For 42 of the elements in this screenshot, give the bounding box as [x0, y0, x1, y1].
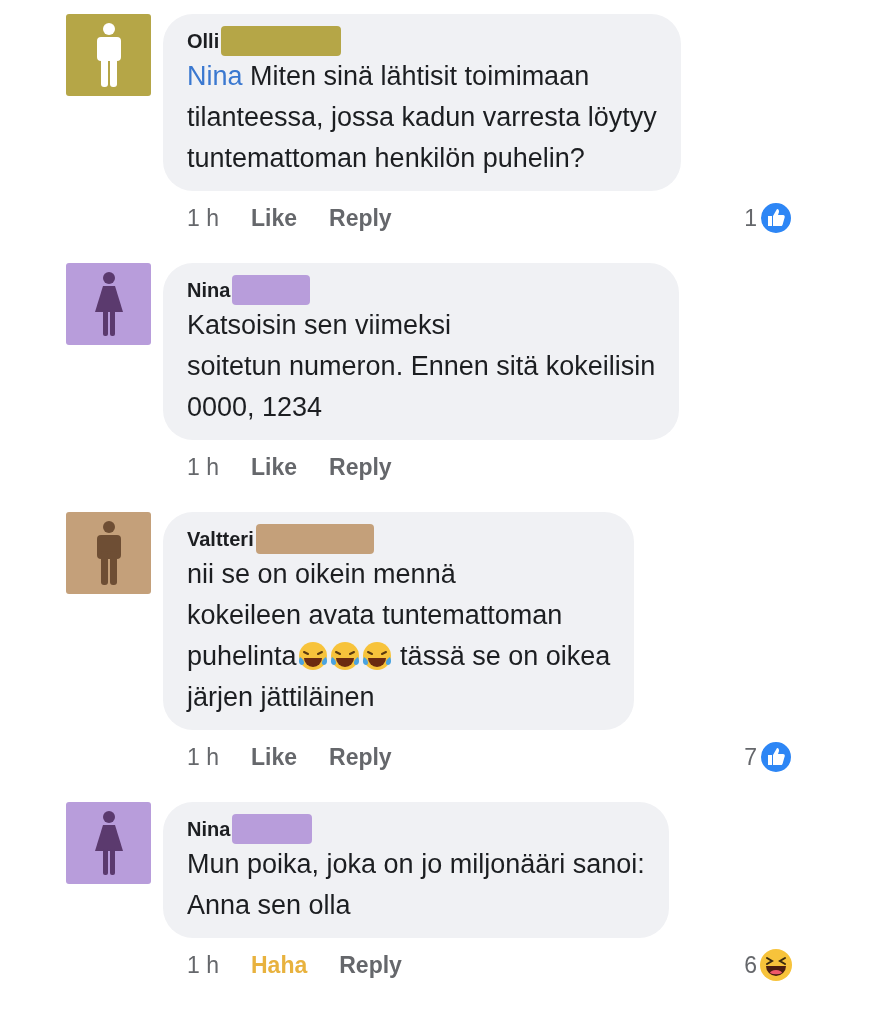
comment-text: kokeileen avata tuntemattoman [187, 599, 564, 632]
timestamp: 1 h [187, 204, 219, 232]
comment-text: puhelinta [187, 640, 297, 673]
avatar[interactable] [66, 263, 151, 345]
comment-text: Mun poika, joka on jo miljonääri sanoi: [187, 848, 645, 881]
haha-reaction-icon [759, 948, 793, 982]
reply-button[interactable]: Reply [339, 951, 402, 979]
avatar[interactable] [66, 512, 151, 594]
reaction-button[interactable]: Like [251, 743, 297, 771]
laughing-tears-emoji-icon [328, 640, 361, 673]
comment-text: tilanteessa, jossa kadun varresta löytyy [187, 101, 657, 134]
reply-button[interactable]: Reply [329, 743, 392, 771]
avatar[interactable] [66, 802, 151, 884]
comment-text: 0000, 1234 [187, 391, 324, 424]
comment-text: järjen jättiläinen [187, 681, 376, 714]
author-name[interactable]: Nina [187, 278, 231, 302]
author-name[interactable]: Valtteri [187, 527, 254, 551]
timestamp: 1 h [187, 743, 219, 771]
author-name[interactable]: Nina [187, 817, 231, 841]
reaction-count: 6 [744, 951, 757, 979]
author-name[interactable]: Olli [187, 29, 220, 53]
reaction-button[interactable]: Like [251, 453, 297, 481]
like-reaction-icon [759, 201, 793, 235]
comment-text: Anna sen olla [187, 889, 352, 922]
laughing-tears-emoji-icon [296, 640, 329, 673]
reaction-count: 7 [744, 743, 757, 771]
like-reaction-icon [759, 740, 793, 774]
laughing-tears-emoji-icon [360, 640, 393, 673]
comment-text: nii se on oikein mennä [187, 558, 457, 591]
avatar[interactable] [66, 14, 151, 96]
reaction-count: 1 [744, 204, 757, 232]
mention-link[interactable]: Nina [187, 56, 243, 97]
comment-text: soitetun numeron. Ennen sitä kokeilisin [187, 350, 656, 383]
comment-text: Miten sinä lähtisit toimimaan [249, 60, 590, 93]
comment-text: tuntemattoman henkilön puhelin? [187, 142, 586, 175]
timestamp: 1 h [187, 453, 219, 481]
comment-text: tässä se on oikea [399, 640, 611, 673]
reaction-button[interactable]: Like [251, 204, 297, 232]
comment-text: Katsoisin sen viimeksi [187, 309, 453, 342]
timestamp: 1 h [187, 951, 219, 979]
reply-button[interactable]: Reply [329, 204, 392, 232]
reply-button[interactable]: Reply [329, 453, 392, 481]
